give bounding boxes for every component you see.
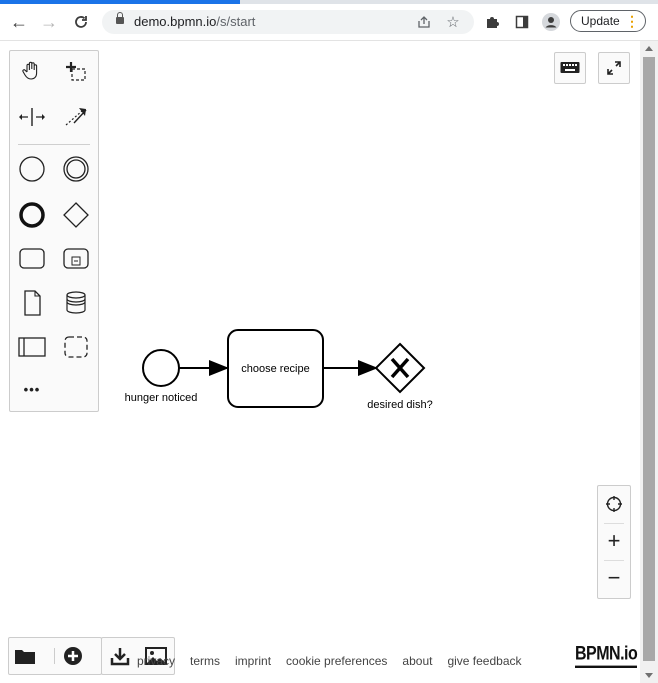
open-folder-icon[interactable] [11,642,39,670]
footer-links: privacy terms imprint cookie preferences abo… [137,654,537,668]
create-new-icon[interactable] [59,642,87,670]
footer-link-imprint[interactable]: imprint [235,654,271,668]
task-label: choose recipe [241,363,310,375]
footer-link-about[interactable]: about [402,654,432,668]
zoom-out-button[interactable]: − [598,560,630,596]
reset-view-icon[interactable] [598,486,630,522]
start-event-label: hunger noticed [125,392,198,404]
footer-link-cookie-preferences[interactable]: cookie preferences [286,654,387,668]
footer-link-terms[interactable]: terms [190,654,220,668]
file-tools [8,637,102,675]
footer-link-give-feedback[interactable]: give feedback [447,654,521,668]
bpmn-io-logo[interactable]: BPMN.io [575,644,638,668]
zoom-controls: + − [597,485,631,599]
bpmn-diagram: hunger noticed choose recipe desired dis… [125,329,433,411]
tool-separator [54,648,55,664]
start-event[interactable] [142,349,180,387]
zoom-in-button[interactable]: + [598,523,630,559]
footer-link-privacy[interactable]: privacy [137,654,175,668]
download-icon[interactable] [106,642,134,670]
gateway-label: desired dish? [367,399,432,411]
